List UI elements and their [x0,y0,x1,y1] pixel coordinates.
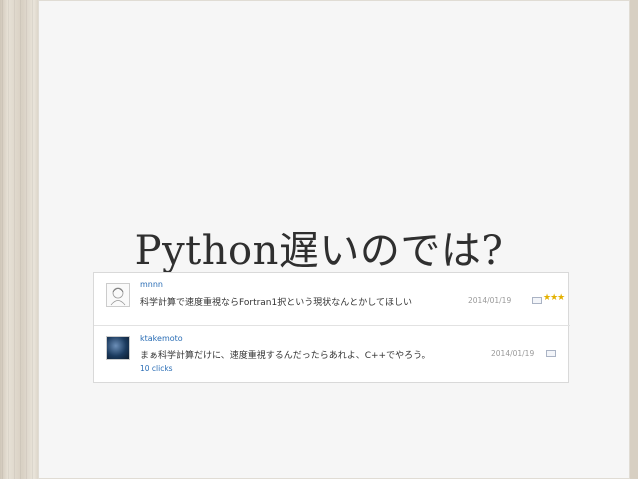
comment-text: まぁ科学計算だけに、速度重視するんだったらあれよ、C++でやろう。 [140,351,431,361]
comment-username[interactable]: ktakemoto [140,334,183,343]
comment-username[interactable]: mnnn [140,280,163,289]
comment-list: mnnn 科学計算で速度重視ならFortran1択という現状なんとかしてほしい … [93,272,570,384]
comment-item: mnnn 科学計算で速度重視ならFortran1択という現状なんとかしてほしい … [94,273,570,325]
click-count-link[interactable]: 10 clicks [140,364,173,373]
comment-text: 科学計算で速度重視ならFortran1択という現状なんとかしてほしい [140,298,412,308]
comment-date: 2014/01/19 [491,349,535,358]
envelope-icon[interactable] [546,350,556,357]
avatar[interactable] [106,283,130,307]
avatar[interactable] [106,336,130,360]
comment-date: 2014/01/19 [468,296,512,305]
envelope-icon[interactable] [532,297,542,304]
star-rating[interactable]: ★★★ [543,293,565,303]
user-sketch-icon [110,287,126,306]
comment-item: ktakemoto まぁ科学計算だけに、速度重視するんだったらあれよ、C++でや… [94,325,570,384]
slide-title: Python遅いのでは? [134,228,504,274]
